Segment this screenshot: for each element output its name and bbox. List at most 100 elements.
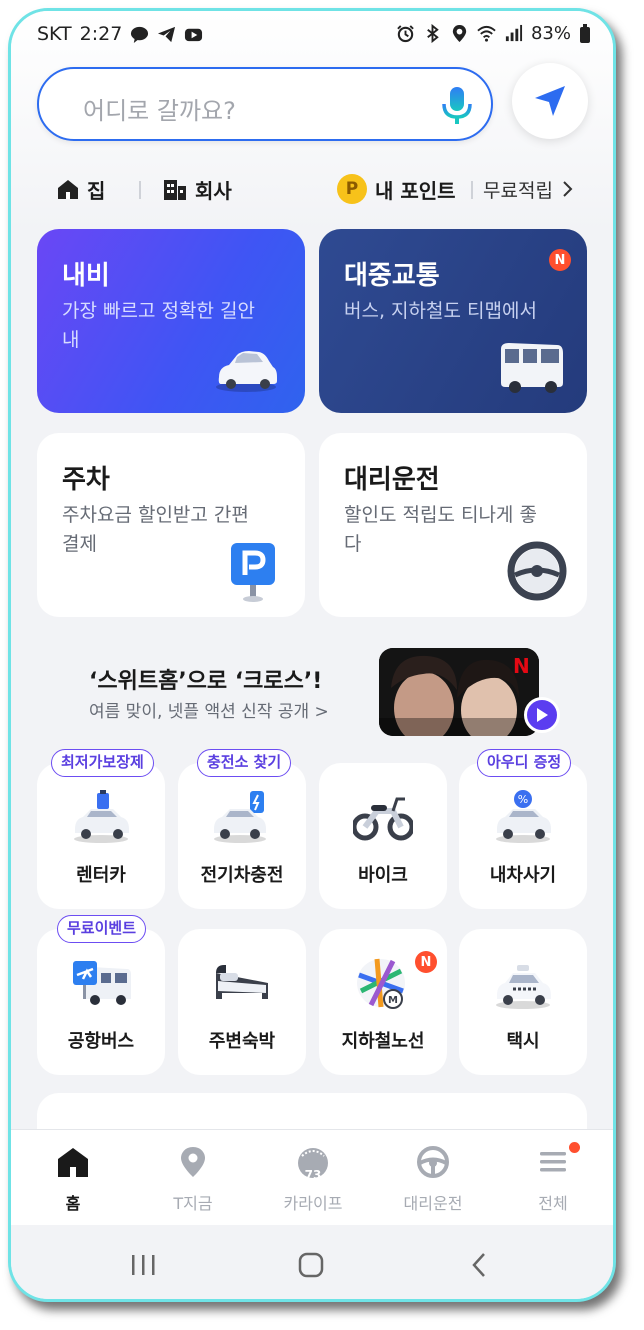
nav-t-now-label: T지금	[173, 1194, 213, 1213]
home-square-icon	[298, 1252, 324, 1278]
tile-taxi[interactable]: 택시	[459, 929, 587, 1075]
parking-sign-icon	[231, 543, 275, 602]
back-button[interactable]	[459, 1245, 499, 1285]
location-pin-icon	[181, 1147, 205, 1177]
points-coin-icon: P	[337, 174, 367, 204]
home-icon	[58, 1148, 88, 1177]
tile-ev-charging-pill: 충전소 찾기	[197, 749, 292, 777]
rental-car-icon	[74, 790, 129, 843]
airport-bus-icon	[73, 961, 131, 1005]
tile-subway-map[interactable]: M N 지하철노선	[319, 929, 447, 1075]
tile-bike[interactable]: 바이크	[319, 763, 447, 909]
search-placeholder: 어디로 갈까요?	[83, 97, 236, 125]
promo-subtitle: 여름 맞이, 넷플 액션 신작 공개 >	[89, 702, 329, 722]
nav-all-menu-label: 전체	[538, 1194, 568, 1213]
talk-icon	[131, 26, 149, 43]
card-transit-subtitle: 버스, 지하철도 티맵에서	[344, 300, 537, 322]
back-chevron-icon	[472, 1253, 485, 1277]
notification-dot	[569, 1142, 580, 1153]
tile-airport-bus[interactable]: 공항버스	[37, 929, 165, 1075]
tile-ev-charging[interactable]: 전기차충전	[178, 763, 306, 909]
tile-bike-label: 바이크	[358, 865, 408, 886]
location-icon	[452, 24, 467, 43]
tile-taxi-label: 택시	[506, 1031, 540, 1052]
shortcut-home[interactable]: 집	[57, 169, 105, 209]
tile-ev-charging-label: 전기차충전	[200, 865, 284, 886]
car-icon	[216, 351, 277, 392]
wifi-icon	[477, 25, 496, 42]
my-points-label: 내 포인트	[375, 178, 456, 203]
nav-proxy-driving-label: 대리운전	[403, 1194, 463, 1213]
shortcut-office[interactable]: 회사	[163, 169, 232, 209]
shortcut-home-label: 집	[87, 178, 106, 203]
nav-proxy-driving[interactable]: 대리운전	[373, 1144, 493, 1214]
card-navi-title: 내비	[62, 261, 110, 291]
carrier-label: SKT	[37, 23, 72, 45]
battery-percent: 83%	[530, 23, 571, 44]
my-points[interactable]: P 내 포인트	[337, 169, 456, 209]
shortcut-office-label: 회사	[195, 178, 232, 203]
menu-icon	[540, 1152, 566, 1172]
system-nav-bar	[11, 1225, 613, 1299]
buy-car-icon: %	[496, 790, 551, 843]
mic-icon[interactable]	[437, 84, 477, 128]
taxi-icon	[496, 965, 551, 1009]
free-earn-label: 무료적립	[483, 179, 553, 202]
bus-icon	[501, 343, 563, 393]
phone-screen: SKT 2:27 83% 어디로 갈까요? 집 회사 P 내 포인트 무료적립 …	[8, 8, 616, 1302]
tile-rental-car-pill: 최저가보장제	[51, 749, 154, 777]
tile-airport-bus-pill: 무료이벤트	[57, 915, 147, 943]
signal-icon	[505, 24, 523, 42]
battery-icon	[580, 23, 590, 43]
chevron-right-icon	[563, 181, 573, 197]
ev-charging-icon	[214, 791, 266, 843]
divider	[471, 181, 473, 199]
steering-wheel-icon	[507, 541, 567, 601]
youtube-icon	[185, 28, 203, 41]
card-navi[interactable]: 내비 가장 빠르고 정확한 길안내	[37, 229, 305, 413]
new-badge: N	[415, 951, 437, 973]
navigate-button[interactable]	[512, 63, 588, 139]
home-icon	[58, 180, 78, 199]
nav-home[interactable]: 홈	[13, 1144, 133, 1214]
status-left: SKT 2:27	[37, 23, 203, 45]
tile-subway-map-label: 지하철노선	[341, 1031, 425, 1052]
recent-apps-button[interactable]	[123, 1245, 163, 1285]
card-proxy-driving[interactable]: 대리운전 할인도 적립도 티나게 좋다	[319, 433, 587, 617]
recent-apps-icon	[132, 1255, 155, 1275]
alarm-icon	[397, 25, 414, 43]
promo-thumbnail: N	[379, 648, 539, 736]
bluetooth-icon	[427, 24, 439, 43]
tile-nearby-stay[interactable]: 주변숙박	[178, 929, 306, 1075]
svg-text:M: M	[388, 995, 398, 1006]
divider	[139, 181, 141, 199]
play-icon	[537, 708, 548, 722]
shortcut-row: 집 회사 P 내 포인트 무료적립	[57, 169, 593, 209]
card-proxy-driving-title: 대리운전	[344, 465, 440, 495]
tile-airport-bus-label: 공항버스	[67, 1031, 135, 1052]
tile-rental-car[interactable]: 렌터카	[37, 763, 165, 909]
netflix-logo: N	[513, 654, 530, 678]
card-transit-title: 대중교통	[344, 261, 440, 291]
card-transit[interactable]: 대중교통 버스, 지하철도 티맵에서 N	[319, 229, 587, 413]
card-parking-title: 주차	[62, 465, 110, 495]
tile-rental-car-label: 렌터카	[76, 865, 126, 886]
promo-title: ‘스위트홈’으로 ‘크로스’!	[89, 669, 323, 694]
nav-car-life[interactable]: 73 카라이프	[253, 1144, 373, 1214]
search-input[interactable]: 어디로 갈까요?	[37, 67, 493, 141]
nav-t-now[interactable]: T지금	[133, 1144, 253, 1214]
telegram-icon	[158, 26, 176, 42]
free-earn-link[interactable]: 무료적립	[483, 169, 573, 209]
tile-nearby-stay-label: 주변숙박	[208, 1031, 276, 1052]
nav-car-life-icon-text: 73	[304, 1168, 322, 1182]
play-button[interactable]	[524, 697, 560, 733]
tile-buy-car[interactable]: % 내차사기	[459, 763, 587, 909]
subway-map-icon: M	[357, 958, 405, 1009]
home-button[interactable]	[291, 1245, 331, 1285]
new-badge: N	[549, 249, 571, 271]
card-parking[interactable]: 주차 주차요금 할인받고 간편결제	[37, 433, 305, 617]
nav-all-menu[interactable]: 전체	[493, 1142, 613, 1214]
status-right: 83%	[396, 23, 591, 44]
status-bar: SKT 2:27 83%	[11, 11, 613, 61]
svg-text:%: %	[518, 793, 528, 806]
